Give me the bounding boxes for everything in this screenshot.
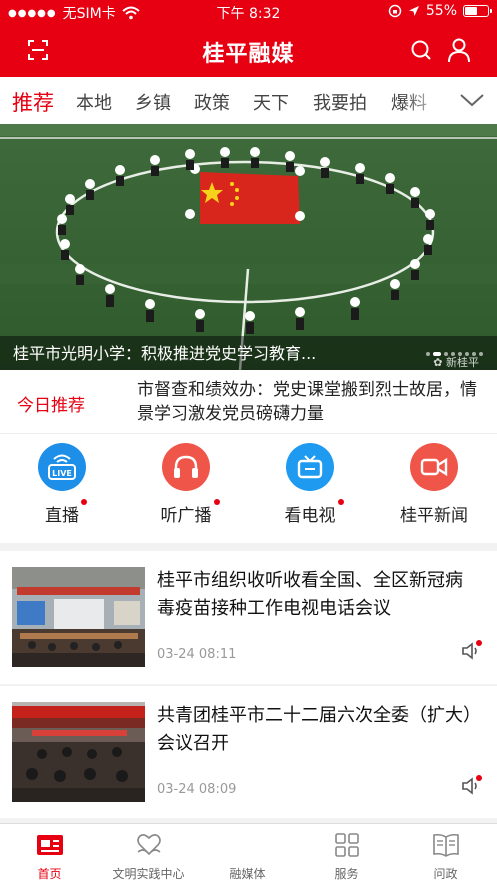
news-time: 03-24 08:11 — [157, 647, 237, 662]
pager-dot[interactable] — [472, 352, 476, 356]
pager-dot[interactable] — [433, 352, 441, 356]
today-recommend[interactable]: 今日推荐 市督查和绩效办：党史课堂搬到烈士故居，情景学习激发党员磅礴力量 — [0, 370, 497, 434]
media-icon — [234, 832, 262, 858]
book-icon — [432, 833, 459, 857]
battery-icon — [463, 5, 492, 17]
battery-percent: 55% — [425, 3, 457, 19]
wechat-icon: ✿ — [433, 356, 443, 369]
search-icon[interactable] — [409, 38, 433, 62]
pager-dot[interactable] — [426, 352, 430, 356]
location-icon — [408, 6, 419, 16]
nav-home[interactable]: 首页 — [0, 832, 99, 882]
notification-dot — [213, 499, 220, 505]
nav-inquiry[interactable]: 问政 — [396, 832, 495, 882]
quick-links: LIVE 直播 听广播 看电视 桂平新闻 — [0, 435, 497, 543]
pager-dot[interactable] — [458, 352, 462, 356]
news-title[interactable]: 共青团桂平市二十二届六次全委（扩大）会议召开 — [157, 702, 477, 758]
section-divider — [0, 543, 497, 551]
banner-image — [0, 124, 497, 370]
quick-link-live[interactable]: LIVE 直播 — [17, 443, 107, 526]
notification-dot — [81, 499, 87, 505]
pager-dot[interactable] — [465, 352, 469, 356]
heart-hands-icon — [136, 834, 161, 856]
watermark-text: 新桂平 — [446, 356, 479, 369]
quick-link-label: 听广播 — [160, 506, 212, 526]
nav-label: 首页 — [37, 867, 62, 881]
tab-local[interactable]: 本地 — [76, 89, 112, 115]
news-thumbnail — [12, 567, 145, 667]
quick-link-news[interactable]: 桂平新闻 — [389, 443, 479, 526]
nav-civilization-center[interactable]: 文明实践中心 — [99, 832, 198, 882]
news-thumbnail — [12, 702, 145, 802]
nav-services[interactable]: 服务 — [297, 832, 396, 882]
app-bar: 桂平融媒 — [0, 24, 497, 77]
bottom-nav: 首页 文明实践中心 融媒体 服务 问政 — [0, 823, 497, 883]
live-icon: LIVE — [38, 443, 86, 491]
quick-link-label: 直播 — [45, 506, 79, 526]
quick-link-tv[interactable]: 看电视 — [265, 443, 355, 526]
home-icon — [36, 835, 63, 855]
banner-pager[interactable] — [426, 352, 483, 356]
flag — [200, 172, 300, 224]
category-tabs: 推荐 本地 乡镇 政策 天下 我要拍 爆料 — [0, 77, 497, 124]
news-title[interactable]: 桂平市组织收听收看全国、全区新冠病毒疫苗接种工作电视电话会议 — [157, 567, 477, 623]
tab-recommend[interactable]: 推荐 — [12, 87, 54, 117]
today-recommend-text[interactable]: 市督查和绩效办：党史课堂搬到烈士故居，情景学习激发党员磅礴力量 — [137, 378, 482, 426]
nav-label: 文明实践中心 — [112, 867, 185, 881]
speaker-icon[interactable] — [459, 639, 483, 663]
nav-label: 融媒体 — [229, 867, 266, 881]
orientation-lock-icon — [388, 4, 402, 18]
headphones-icon — [162, 443, 210, 491]
pager-dot[interactable] — [479, 352, 483, 356]
pager-dot[interactable] — [451, 352, 455, 356]
speaker-icon[interactable] — [459, 774, 483, 798]
today-recommend-label: 今日推荐 — [17, 396, 85, 416]
chevron-down-icon[interactable] — [459, 91, 485, 109]
quick-link-label: 桂平新闻 — [400, 506, 468, 526]
nav-media[interactable]: 融媒体 — [198, 832, 297, 882]
banner-carousel[interactable]: 桂平市光明小学：积极推进党史学习教育... ✿ 新桂平 — [0, 124, 497, 370]
svg-text:LIVE: LIVE — [52, 469, 72, 478]
pager-dot[interactable] — [444, 352, 448, 356]
user-icon[interactable] — [447, 37, 471, 63]
tab-world[interactable]: 天下 — [253, 89, 289, 115]
banner-caption[interactable]: 桂平市光明小学：积极推进党史学习教育... — [13, 340, 316, 364]
grid-icon — [334, 833, 359, 857]
quick-link-label: 看电视 — [284, 506, 336, 526]
video-camera-icon — [410, 443, 458, 491]
tv-icon — [286, 443, 334, 491]
header: ●●●●● 无SIM卡 下午 8:32 55% 桂平融媒 — [0, 0, 497, 77]
nav-label: 服务 — [334, 867, 359, 881]
banner-watermark: ✿ 新桂平 — [433, 354, 479, 370]
status-bar: ●●●●● 无SIM卡 下午 8:32 55% — [0, 0, 497, 24]
tab-towns[interactable]: 乡镇 — [135, 89, 171, 115]
news-time: 03-24 08:09 — [157, 782, 237, 797]
tabs-fade — [401, 77, 451, 124]
tab-policy[interactable]: 政策 — [194, 89, 230, 115]
news-item[interactable]: 桂平市组织收听收看全国、全区新冠病毒疫苗接种工作电视电话会议 03-24 08:… — [0, 551, 497, 685]
nav-label: 问政 — [433, 867, 458, 881]
quick-link-radio[interactable]: 听广播 — [141, 443, 231, 526]
news-item[interactable]: 共青团桂平市二十二届六次全委（扩大）会议召开 03-24 08:09 — [0, 686, 497, 820]
tab-my-shoot[interactable]: 我要拍 — [313, 89, 367, 115]
notification-dot — [337, 499, 344, 505]
